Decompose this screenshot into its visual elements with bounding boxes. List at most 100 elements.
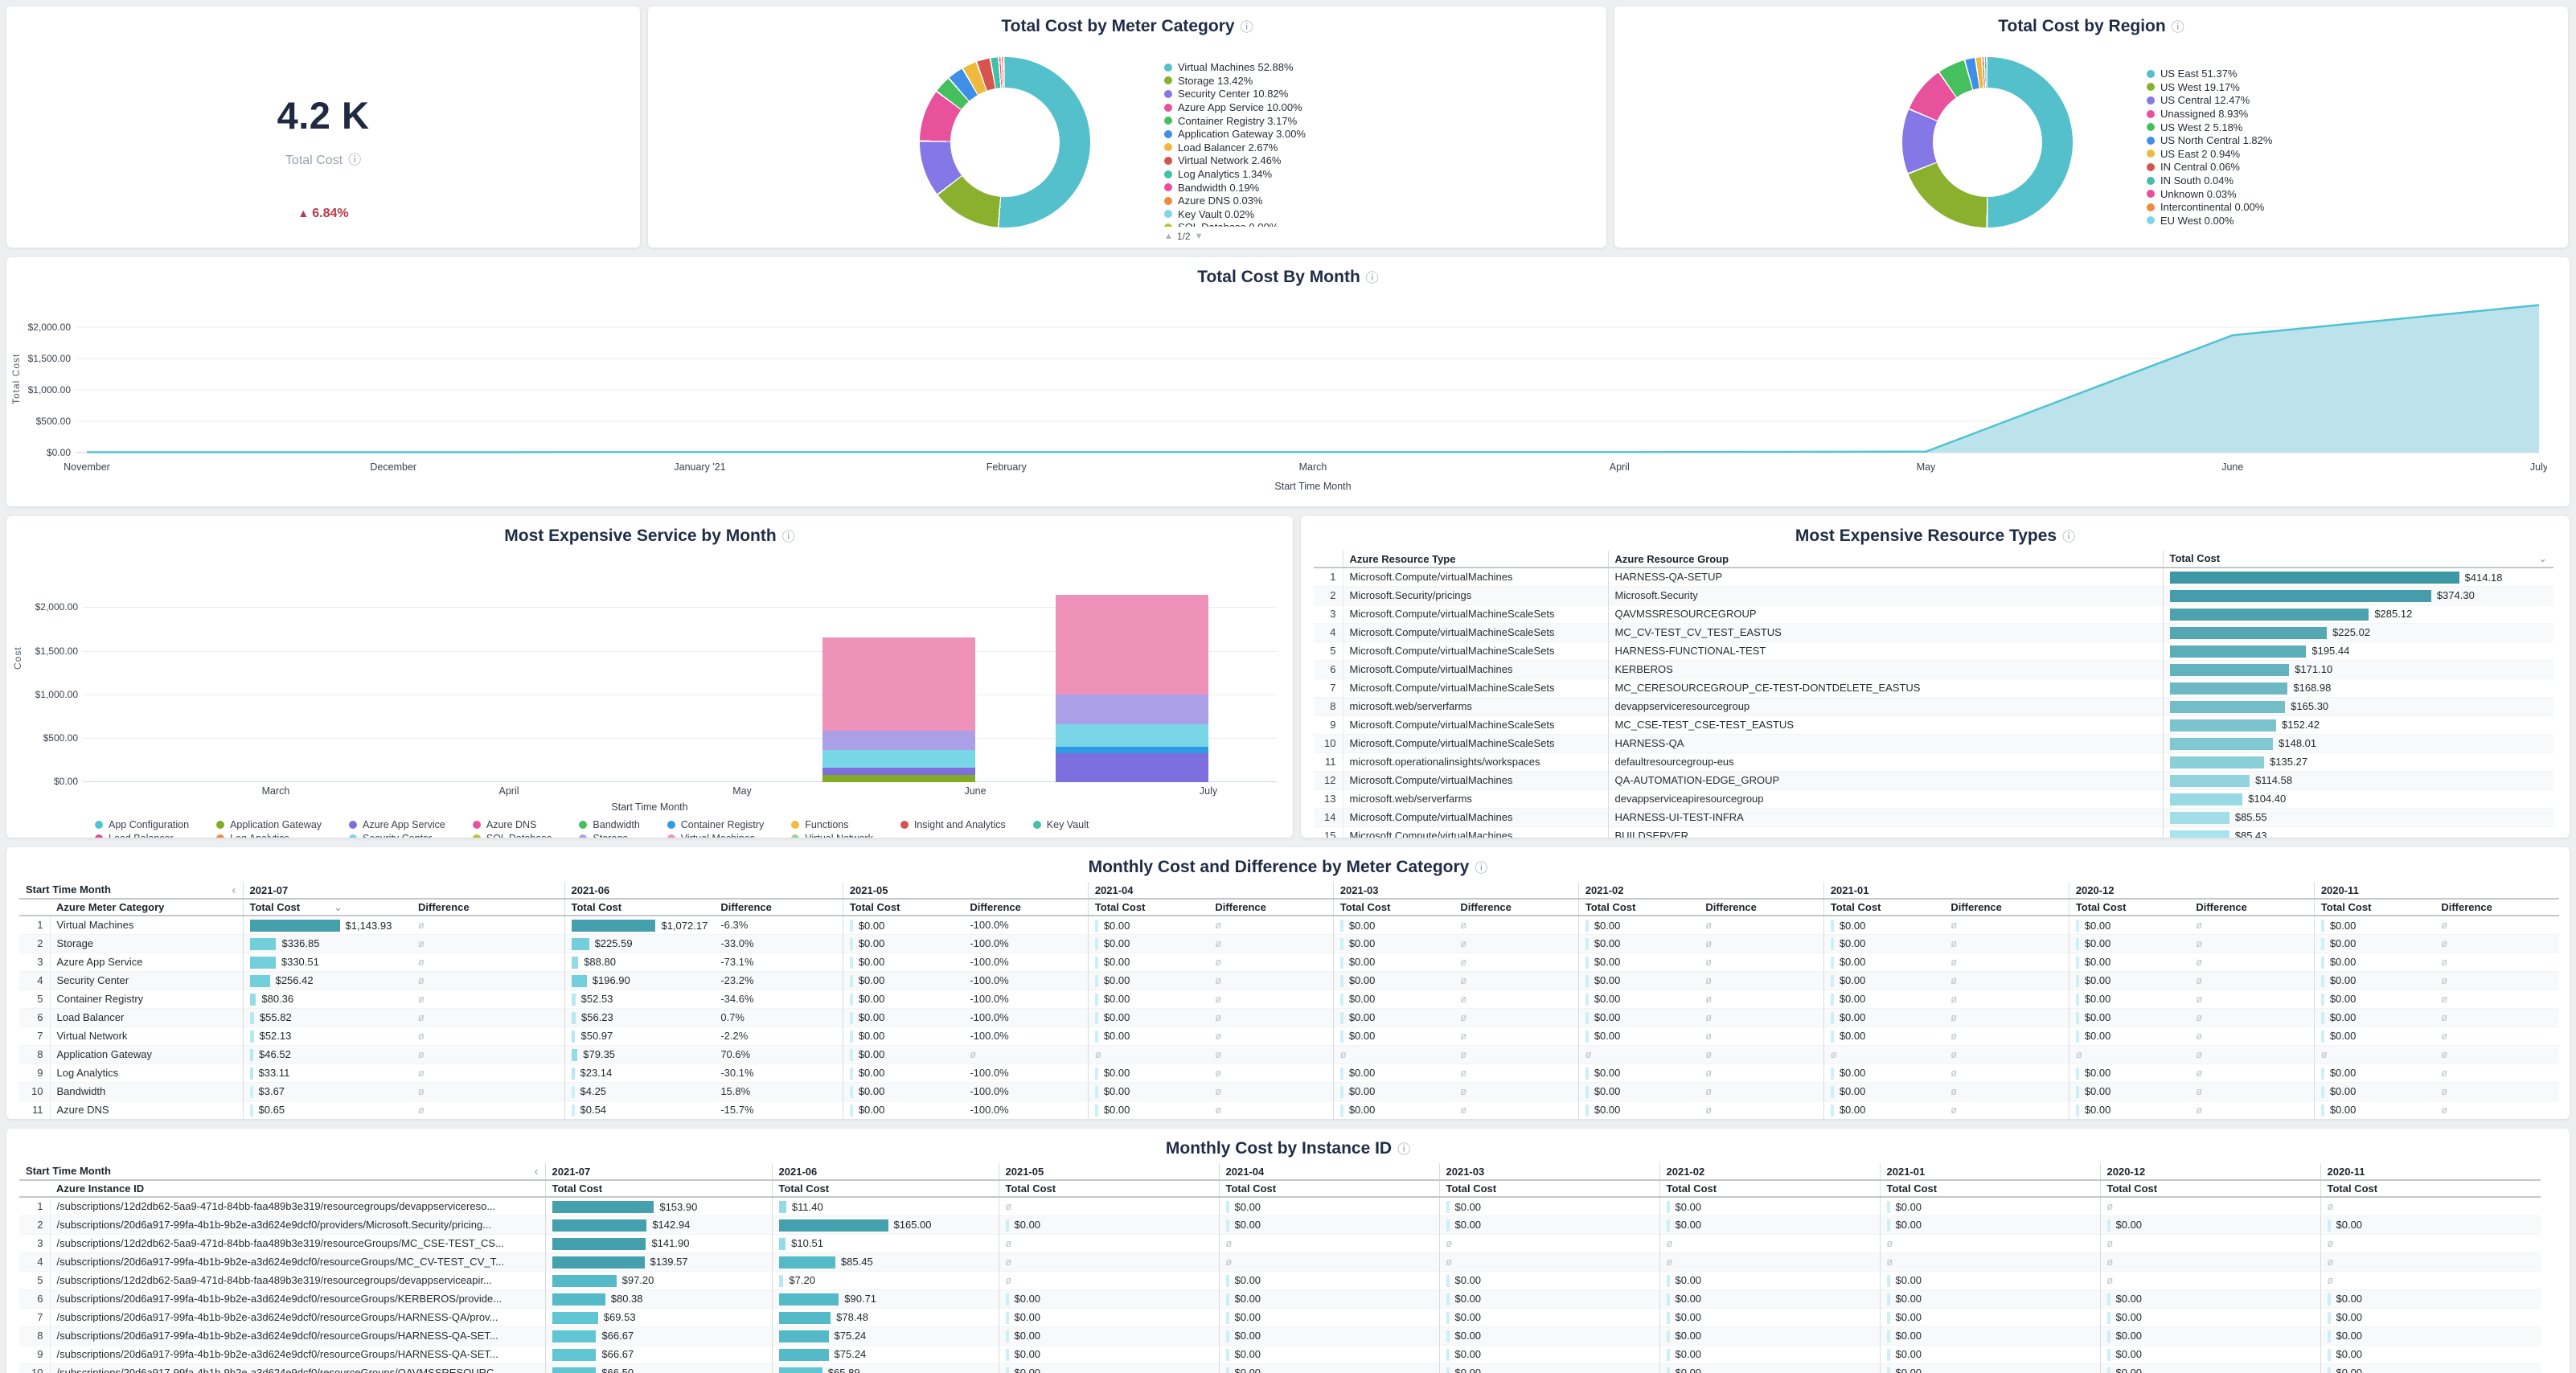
row-dimension-header[interactable]: Start Time Month‹	[19, 882, 243, 899]
legend-item[interactable]: Insight and Analytics	[900, 819, 1006, 830]
column-header[interactable]: Total Cost⌄	[2163, 551, 2553, 568]
column-header[interactable]: Azure Instance ID	[50, 1180, 545, 1197]
legend-item[interactable]: US Central 12.47%	[2147, 95, 2272, 106]
total-cost-header[interactable]: Total Cost	[1880, 1180, 2100, 1197]
month-header[interactable]: 2020-11	[2320, 1163, 2541, 1180]
info-icon[interactable]: ⓘ	[1241, 21, 1253, 35]
total-cost-header[interactable]: Total Cost	[1333, 899, 1454, 916]
month-header[interactable]: 2021-01	[1880, 1163, 2100, 1180]
legend-item[interactable]: Virtual Machines	[667, 834, 765, 838]
column-header[interactable]: Azure Meter Category	[50, 899, 243, 916]
difference-header[interactable]: Difference	[714, 899, 843, 916]
info-icon[interactable]: ⓘ	[2172, 21, 2184, 35]
legend-item[interactable]: US North Central 1.82%	[2147, 135, 2272, 146]
info-icon[interactable]: ⓘ	[2062, 531, 2075, 544]
month-header[interactable]: 2021-06	[772, 1163, 999, 1180]
bar-segment[interactable]	[822, 637, 975, 731]
total-cost-header[interactable]: Total Cost	[843, 899, 963, 916]
chevron-left-icon[interactable]: ‹	[232, 883, 236, 897]
total-cost-header[interactable]: Total Cost	[2314, 899, 2434, 916]
info-icon[interactable]: ⓘ	[1475, 862, 1487, 875]
legend-item[interactable]: Azure DNS 0.03%	[1164, 195, 1306, 207]
page-down-icon[interactable]: ▼	[1195, 232, 1204, 241]
legend-item[interactable]: Virtual Network	[791, 834, 873, 838]
total-cost-header[interactable]: Total Cost	[2069, 899, 2189, 916]
bar-segment[interactable]	[1056, 695, 1208, 723]
month-header[interactable]: 2021-04	[1219, 1163, 1439, 1180]
legend-item[interactable]: IN South 0.04%	[2147, 175, 2272, 186]
legend-item[interactable]: Bandwidth	[579, 819, 639, 830]
total-cost-header[interactable]: Total Cost	[2100, 1180, 2320, 1197]
bar-segment[interactable]	[1056, 753, 1208, 782]
total-cost-header[interactable]: Total Cost	[1823, 899, 1944, 916]
legend-item[interactable]: US East 2 0.94%	[2147, 149, 2272, 160]
legend-item[interactable]: Bandwidth 0.19%	[1164, 182, 1306, 193]
total-cost-header[interactable]: Total Cost	[545, 1180, 772, 1197]
legend-item[interactable]: Virtual Machines 52.88%	[1164, 62, 1306, 73]
info-icon[interactable]: ⓘ	[782, 531, 795, 544]
month-header[interactable]: 2021-01	[1823, 882, 2069, 899]
month-header[interactable]: 2021-05	[999, 1163, 1219, 1180]
bar-segment[interactable]	[822, 731, 975, 750]
month-header[interactable]: 2021-02	[1578, 882, 1823, 899]
bar-segment[interactable]	[822, 775, 975, 782]
legend-item[interactable]: IN Central 0.06%	[2147, 162, 2272, 173]
total-cost-header[interactable]: Total Cost	[1439, 1180, 1659, 1197]
chevron-left-icon[interactable]: ‹	[535, 1165, 539, 1178]
month-header[interactable]: 2021-03	[1439, 1163, 1659, 1180]
legend-item[interactable]: Log Analytics	[216, 834, 322, 838]
legend-item[interactable]: Security Center 10.82%	[1164, 88, 1306, 100]
legend-item[interactable]: Unassigned 8.93%	[2147, 109, 2272, 120]
legend-item[interactable]: Azure App Service	[349, 819, 445, 830]
difference-header[interactable]: Difference	[2434, 899, 2559, 916]
legend-item[interactable]: EU West 0.00%	[2147, 215, 2272, 227]
legend-item[interactable]: Container Registry 3.17%	[1164, 115, 1306, 126]
month-header[interactable]: 2021-03	[1333, 882, 1578, 899]
info-icon[interactable]: ⓘ	[1366, 272, 1379, 285]
legend-item[interactable]: Load Balancer	[95, 834, 189, 838]
legend-item[interactable]: Key Vault	[1033, 819, 1089, 830]
month-header[interactable]: 2021-06	[564, 882, 843, 899]
stacked-bar-chart[interactable]: $0.00$500.00$1,000.00$1,500.00$2,000.00C…	[83, 573, 1277, 782]
row-dimension-header[interactable]: Start Time Month‹	[19, 1163, 545, 1180]
legend-item[interactable]: US West 19.17%	[2147, 82, 2272, 93]
bar-segment[interactable]	[822, 768, 975, 776]
legend-item[interactable]: App Configuration	[95, 819, 189, 830]
legend-item[interactable]: Container Registry	[667, 819, 765, 830]
total-cost-header[interactable]: Total Cost	[999, 1180, 1219, 1197]
total-cost-header[interactable]: Total Cost	[1659, 1180, 1880, 1197]
bar-segment[interactable]	[1056, 595, 1208, 695]
legend-item[interactable]: Security Center	[349, 834, 445, 838]
legend-item[interactable]: US West 2 5.18%	[2147, 121, 2272, 133]
legend-item[interactable]: Unknown 0.03%	[2147, 188, 2272, 199]
info-icon[interactable]: ⓘ	[1397, 1143, 1410, 1157]
difference-header[interactable]: Difference	[1208, 899, 1333, 916]
column-header[interactable]: Azure Resource Type	[1343, 551, 1608, 568]
column-header[interactable]: Azure Resource Group	[1608, 551, 2163, 568]
bar-segment[interactable]	[822, 750, 975, 767]
legend-item[interactable]: Application Gateway 3.00%	[1164, 129, 1306, 140]
legend-item[interactable]: SQL Database 0.00%	[1164, 222, 1306, 227]
legend-item[interactable]: Load Balancer 2.67%	[1164, 142, 1306, 154]
difference-header[interactable]: Difference	[1944, 899, 2069, 916]
page-up-icon[interactable]: ▲	[1164, 232, 1173, 241]
total-cost-header[interactable]: Total Cost	[772, 1180, 999, 1197]
stacked-bar[interactable]	[1056, 595, 1208, 782]
total-cost-header[interactable]: Total Cost	[1088, 899, 1208, 916]
total-cost-header[interactable]: Total Cost	[2320, 1180, 2541, 1197]
legend-item[interactable]: US East 51.37%	[2147, 68, 2272, 80]
difference-header[interactable]: Difference	[412, 899, 564, 916]
legend-item[interactable]: Azure App Service 10.00%	[1164, 102, 1306, 113]
stacked-bar[interactable]	[822, 637, 975, 782]
total-cost-header[interactable]: Total Cost	[1578, 899, 1699, 916]
difference-header[interactable]: Difference	[2189, 899, 2314, 916]
bar-segment[interactable]	[1056, 747, 1208, 754]
month-header[interactable]: 2021-07	[243, 882, 564, 899]
bar-segment[interactable]	[1056, 724, 1208, 747]
difference-header[interactable]: Difference	[1454, 899, 1578, 916]
legend-item[interactable]: Application Gateway	[216, 819, 322, 830]
month-header[interactable]: 2020-11	[2314, 882, 2559, 899]
legend-item[interactable]: Storage	[579, 834, 639, 838]
legend-item[interactable]: Key Vault 0.02%	[1164, 209, 1306, 220]
month-header[interactable]: 2020-12	[2100, 1163, 2320, 1180]
